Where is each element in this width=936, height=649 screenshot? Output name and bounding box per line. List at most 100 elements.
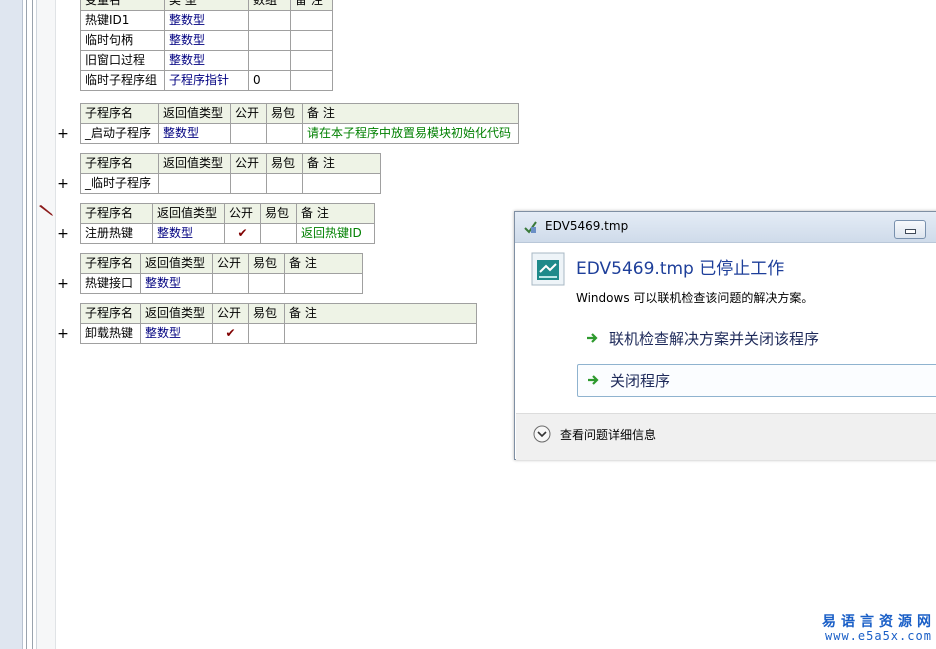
note-cell[interactable]: 返回热键ID xyxy=(296,223,375,244)
table-row[interactable]: 旧窗口过程 整数型 xyxy=(80,50,333,71)
var-array-cell[interactable] xyxy=(248,50,291,71)
header-note: 备 注 xyxy=(302,103,519,124)
chevron-down-icon[interactable] xyxy=(533,425,551,443)
var-note-cell[interactable] xyxy=(290,30,333,51)
dialog-subtext: Windows 可以联机检查该问题的解决方案。 xyxy=(576,291,814,305)
var-type-cell[interactable]: 整数型 xyxy=(164,50,249,71)
var-name-cell[interactable]: 临时子程序组 xyxy=(80,70,165,91)
public-check[interactable]: ✔ xyxy=(212,323,249,344)
header-return-type: 返回值类型 xyxy=(152,203,225,224)
header-note: 备 注 xyxy=(296,203,375,224)
subroutine-table: 子程序名 返回值类型 公开 易包 备 注 _临时子程序 xyxy=(80,153,381,194)
sub-name-cell[interactable]: 热键接口 xyxy=(80,273,141,294)
return-type-cell[interactable]: 整数型 xyxy=(140,273,213,294)
header-package: 易包 xyxy=(248,303,285,324)
public-cell[interactable] xyxy=(212,273,249,294)
return-type-cell[interactable] xyxy=(158,173,231,194)
watermark-url: www.e5a5x.com xyxy=(825,629,932,643)
header-package: 易包 xyxy=(260,203,297,224)
package-cell[interactable] xyxy=(266,173,303,194)
table-row[interactable]: 热键接口 整数型 xyxy=(80,273,363,294)
package-cell[interactable] xyxy=(248,273,285,294)
return-type-cell[interactable]: 整数型 xyxy=(152,223,225,244)
subroutine-table-header: 子程序名 返回值类型 公开 易包 备 注 xyxy=(80,303,477,324)
sub-name-cell[interactable]: _启动子程序 xyxy=(80,123,159,144)
variable-table: 变量名 类 型 数组 备 注 热键ID1 整数型 临时句柄 整数型 旧窗口过程 … xyxy=(80,0,333,91)
sub-name-cell[interactable]: 卸载热键 xyxy=(80,323,141,344)
header-sub-name: 子程序名 xyxy=(80,253,141,274)
var-name-cell[interactable]: 热键ID1 xyxy=(80,10,165,31)
var-note-cell[interactable] xyxy=(290,70,333,91)
gutter-divider xyxy=(32,0,33,649)
header-sub-name: 子程序名 xyxy=(80,203,153,224)
dialog-heading: EDV5469.tmp 已停止工作 xyxy=(576,259,785,279)
header-sub-name: 子程序名 xyxy=(80,303,141,324)
note-cell[interactable] xyxy=(284,273,363,294)
var-name-cell[interactable]: 临时句柄 xyxy=(80,30,165,51)
var-type-cell[interactable]: 整数型 xyxy=(164,30,249,51)
sub-name-cell[interactable]: 注册热键 xyxy=(80,223,153,244)
package-cell[interactable] xyxy=(248,323,285,344)
var-array-cell[interactable]: 0 xyxy=(248,70,291,91)
table-row[interactable]: 临时子程序组 子程序指针 0 xyxy=(80,70,333,91)
header-return-type: 返回值类型 xyxy=(140,253,213,274)
expand-toggle[interactable]: + xyxy=(57,327,69,341)
minimize-button[interactable] xyxy=(894,220,926,239)
dialog-body: EDV5469.tmp 已停止工作 Windows 可以联机检查该问题的解决方案… xyxy=(516,243,936,413)
var-array-cell[interactable] xyxy=(248,10,291,31)
header-sub-name: 子程序名 xyxy=(80,153,159,174)
header-package: 易包 xyxy=(266,153,303,174)
header-note: 备 注 xyxy=(290,0,333,11)
var-name-cell[interactable]: 旧窗口过程 xyxy=(80,50,165,71)
table-row[interactable]: 卸载热键 整数型 ✔ xyxy=(80,323,477,344)
var-type-cell[interactable]: 整数型 xyxy=(164,10,249,31)
var-type-cell[interactable]: 子程序指针 xyxy=(164,70,249,91)
package-cell[interactable] xyxy=(260,223,297,244)
subroutine-table: 子程序名 返回值类型 公开 易包 备 注 _启动子程序 整数型 请在本子程序中放… xyxy=(80,103,519,144)
dialog-title: EDV5469.tmp xyxy=(545,219,629,233)
table-row[interactable]: _启动子程序 整数型 请在本子程序中放置易模块初始化代码 xyxy=(80,123,519,144)
note-cell[interactable]: 请在本子程序中放置易模块初始化代码 xyxy=(302,123,519,144)
header-package: 易包 xyxy=(248,253,285,274)
gutter-divider xyxy=(26,0,27,649)
green-arrow-icon xyxy=(587,333,598,343)
table-row[interactable]: _临时子程序 xyxy=(80,173,381,194)
var-note-cell[interactable] xyxy=(290,50,333,71)
dialog-titlebar[interactable]: EDV5469.tmp xyxy=(515,212,936,243)
public-cell[interactable] xyxy=(230,173,267,194)
sub-name-cell[interactable]: _临时子程序 xyxy=(80,173,159,194)
line-marker-margin xyxy=(37,0,56,649)
expand-toggle[interactable]: + xyxy=(57,227,69,241)
expand-toggle[interactable]: + xyxy=(57,127,69,141)
var-array-cell[interactable] xyxy=(248,30,291,51)
package-cell[interactable] xyxy=(266,123,303,144)
option-label: 关闭程序 xyxy=(610,372,671,390)
option-label: 联机检查解决方案并关闭该程序 xyxy=(609,330,820,348)
table-row[interactable]: 注册热键 整数型 ✔ 返回热键ID xyxy=(80,223,375,244)
header-var-name: 变量名 xyxy=(80,0,165,11)
table-row[interactable]: 临时句柄 整数型 xyxy=(80,30,333,51)
edit-cursor-icon xyxy=(39,205,53,216)
table-row[interactable]: 热键ID1 整数型 xyxy=(80,10,333,31)
public-cell[interactable] xyxy=(230,123,267,144)
subroutine-table-header: 子程序名 返回值类型 公开 易包 备 注 xyxy=(80,153,381,174)
green-arrow-icon xyxy=(588,375,599,385)
header-type: 类 型 xyxy=(164,0,249,11)
subroutine-table: 子程序名 返回值类型 公开 易包 备 注 注册热键 整数型 ✔ 返回热键ID xyxy=(80,203,375,244)
return-type-cell[interactable]: 整数型 xyxy=(140,323,213,344)
close-program-option[interactable]: 关闭程序 xyxy=(577,364,936,397)
dialog-footer: 查看问题详细信息 xyxy=(516,413,936,460)
view-details-link[interactable]: 查看问题详细信息 xyxy=(560,426,656,443)
subroutine-table-header: 子程序名 返回值类型 公开 易包 备 注 xyxy=(80,203,375,224)
header-public: 公开 xyxy=(230,103,267,124)
header-note: 备 注 xyxy=(284,303,477,324)
expand-toggle[interactable]: + xyxy=(57,177,69,191)
note-cell[interactable] xyxy=(302,173,381,194)
var-note-cell[interactable] xyxy=(290,10,333,31)
note-cell[interactable] xyxy=(284,323,477,344)
check-online-option[interactable]: 联机检查解决方案并关闭该程序 xyxy=(577,323,936,354)
return-type-cell[interactable]: 整数型 xyxy=(158,123,231,144)
subroutine-table: 子程序名 返回值类型 公开 易包 备 注 热键接口 整数型 xyxy=(80,253,363,294)
public-check[interactable]: ✔ xyxy=(224,223,261,244)
expand-toggle[interactable]: + xyxy=(57,277,69,291)
